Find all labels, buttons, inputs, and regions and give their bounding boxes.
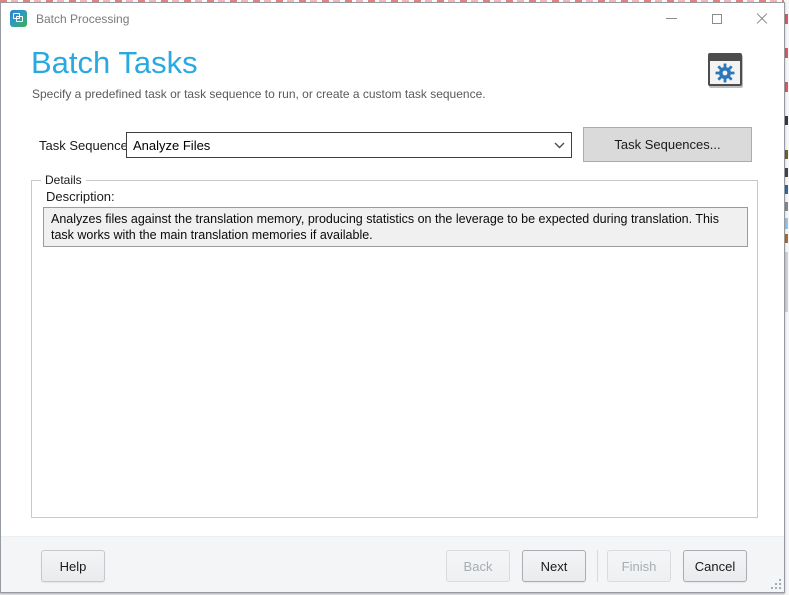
chevron-down-icon (547, 142, 571, 149)
window-glyph-titlebar (710, 55, 740, 61)
finish-button[interactable]: Finish (607, 550, 671, 582)
details-groupbox: Details Description: Analyzes files agai… (31, 180, 758, 518)
task-sequence-value: Analyze Files (127, 138, 547, 153)
background-fragment (785, 14, 788, 24)
titlebar[interactable]: Batch Processing (1, 3, 784, 34)
description-label: Description: (46, 189, 115, 204)
footer-separator (597, 550, 598, 582)
description-readonly-field: Analyzes files against the translation m… (43, 207, 748, 247)
back-button[interactable]: Back (446, 550, 510, 582)
page-title: Batch Tasks (31, 45, 198, 81)
background-fragment (785, 252, 788, 312)
footer-bar: Help Back Next Finish Cancel (1, 536, 784, 592)
details-group-label: Details (41, 173, 86, 187)
maximize-button[interactable] (694, 3, 739, 34)
close-button[interactable] (739, 3, 784, 34)
batch-processing-dialog: Batch Processing Batch Tasks Specify a p… (0, 2, 785, 593)
window-controls (649, 3, 784, 34)
background-fragment (785, 116, 788, 125)
minimize-button[interactable] (649, 3, 694, 34)
maximize-icon (712, 14, 722, 24)
cancel-button[interactable]: Cancel (683, 550, 747, 582)
background-fragment (785, 82, 788, 92)
background-fragment (785, 218, 788, 229)
gear-icon (715, 63, 735, 83)
background-fragment (785, 185, 788, 194)
page-subtitle: Specify a predefined task or task sequen… (32, 87, 486, 101)
close-icon (756, 13, 768, 25)
resize-grip[interactable] (769, 577, 781, 589)
next-button[interactable]: Next (522, 550, 586, 582)
background-fragment (785, 202, 788, 211)
minimize-icon (666, 18, 677, 19)
help-button[interactable]: Help (41, 550, 105, 582)
task-sequence-label: Task Sequence: (39, 138, 132, 153)
trados-app-icon (10, 10, 27, 27)
background-fragment (785, 168, 788, 177)
window-title: Batch Processing (36, 12, 129, 26)
task-sequences-button[interactable]: Task Sequences... (583, 127, 752, 162)
background-fragment (785, 150, 788, 159)
background-fragment (785, 234, 788, 243)
background-fragment (785, 48, 788, 58)
batch-settings-button[interactable] (708, 53, 742, 86)
task-sequence-combobox[interactable]: Analyze Files (126, 132, 572, 158)
